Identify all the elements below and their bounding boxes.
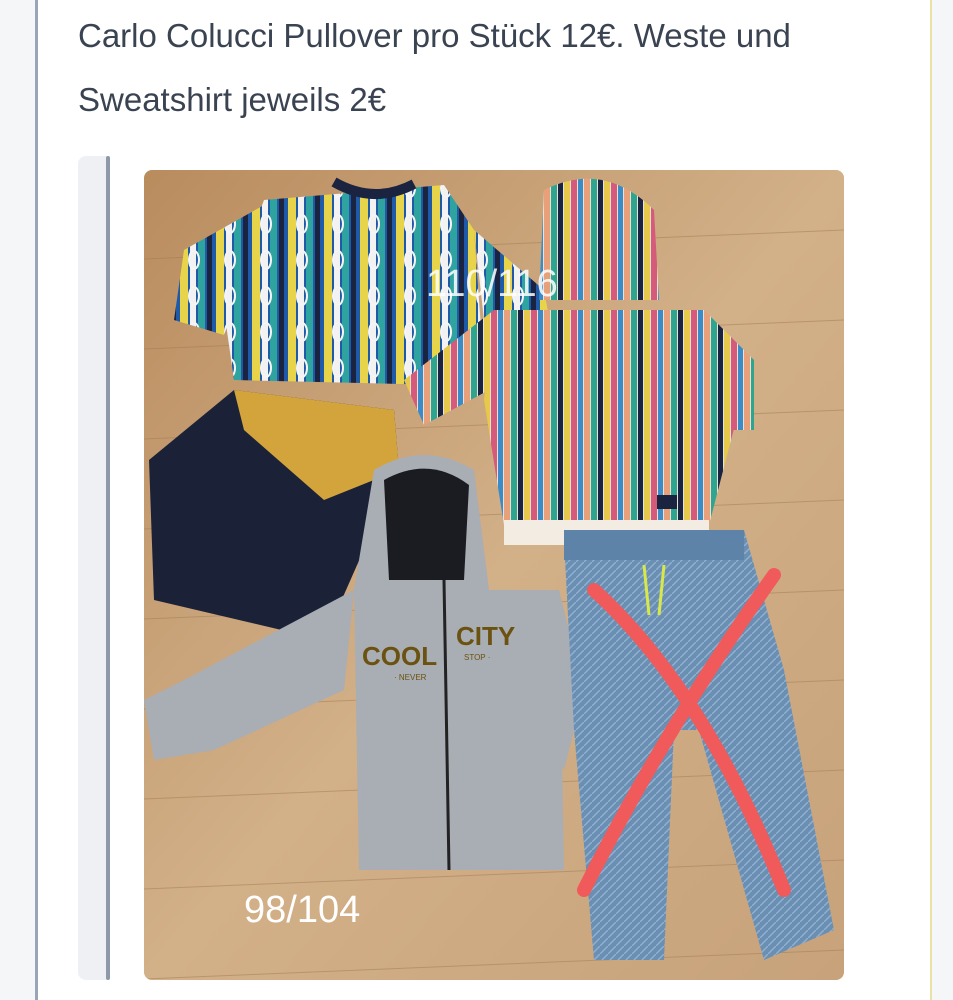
print-cool: COOL	[362, 641, 437, 671]
print-city: CITY	[456, 621, 515, 651]
print-never: · NEVER	[394, 673, 427, 682]
post-photo[interactable]: COOL CITY · NEVER STOP · 110/116 98/104	[144, 170, 844, 980]
photo-canvas: COOL CITY · NEVER STOP · 110/116 98/104	[144, 170, 844, 980]
post-text: Carlo Colucci Pullover pro Stück 12€. We…	[78, 17, 791, 118]
print-stop: STOP ·	[464, 653, 490, 662]
size-label-top: 110/116	[426, 263, 558, 305]
quote-bar	[106, 156, 110, 980]
post-card: Carlo Colucci Pullover pro Stück 12€. We…	[38, 0, 930, 1000]
right-edge-line	[930, 0, 932, 1000]
quote-block	[78, 156, 108, 980]
size-label-bottom: 98/104	[244, 889, 360, 931]
